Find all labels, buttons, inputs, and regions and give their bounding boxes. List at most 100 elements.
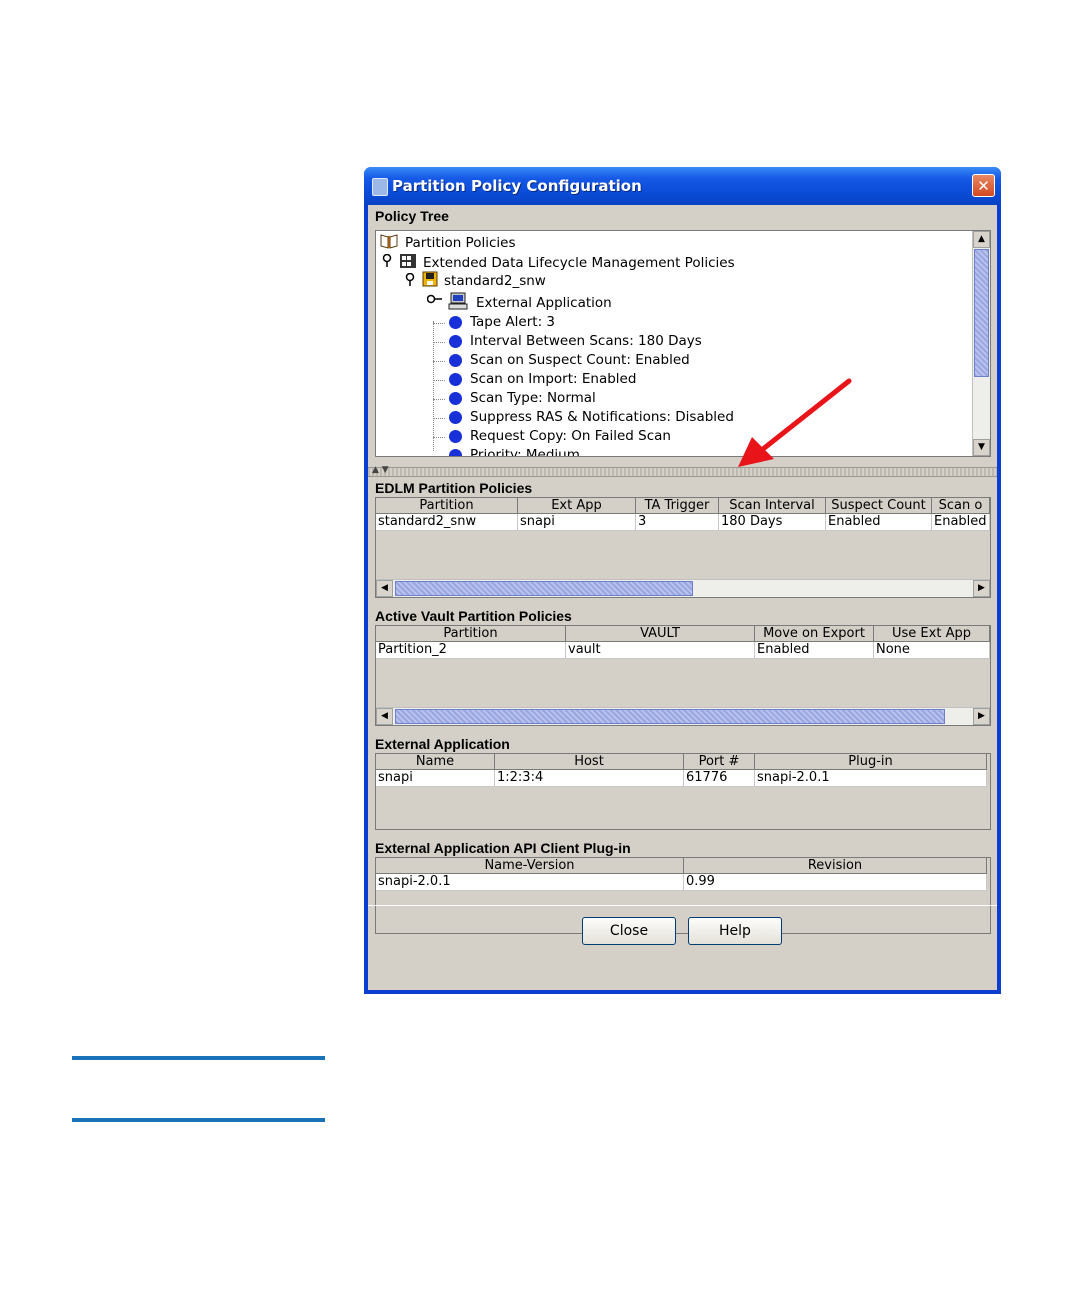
column-header[interactable]: Port #: [684, 754, 755, 770]
tree-item-standard2-snw[interactable]: standard2_snw: [422, 271, 546, 291]
tree-item-label: Scan on Suspect Count: Enabled: [470, 352, 690, 368]
table-row[interactable]: standard2_snw snapi 3 180 Days Enabled E…: [376, 514, 990, 531]
column-header[interactable]: TA Trigger: [636, 498, 719, 514]
table-cell: 1:2:3:4: [495, 770, 684, 787]
edlm-table[interactable]: Partition Ext App TA Trigger Scan Interv…: [375, 497, 991, 598]
tree-item-label: Interval Between Scans: 180 Days: [470, 333, 702, 349]
column-header[interactable]: Suspect Count: [826, 498, 932, 514]
table-cell: snapi-2.0.1: [755, 770, 987, 787]
tree-item-external-application[interactable]: External Application: [448, 292, 612, 314]
bullet-icon: [449, 448, 462, 456]
bullet-icon: [449, 334, 462, 348]
scroll-up-button[interactable]: ▲: [973, 231, 990, 248]
computer-icon: [448, 292, 470, 314]
tree-item-partition-policies[interactable]: Partition Policies: [379, 233, 516, 253]
edlm-horizontal-scrollbar[interactable]: ◀ ▶: [376, 579, 990, 597]
table-cell: snapi-2.0.1: [376, 874, 684, 891]
column-header[interactable]: Host: [495, 754, 684, 770]
table-cell: 180 Days: [719, 514, 826, 531]
column-header[interactable]: Move on Export: [755, 626, 874, 642]
table-row[interactable]: snapi-2.0.1 0.99: [376, 874, 987, 891]
scrollbar-thumb[interactable]: [974, 249, 989, 377]
tree-item-label: Suppress RAS & Notifications: Disabled: [470, 409, 734, 425]
table-cell: Enabled: [932, 514, 990, 531]
tree-item-label: Scan on Import: Enabled: [470, 371, 637, 387]
column-header[interactable]: VAULT: [566, 626, 755, 642]
active-vault-horizontal-scrollbar[interactable]: ◀ ▶: [376, 707, 990, 725]
plugin-label: External Application API Client Plug-in: [375, 840, 631, 856]
policy-tree-label: Policy Tree: [375, 208, 449, 224]
external-application-label: External Application: [375, 736, 510, 752]
tree-connector: [433, 437, 445, 438]
tree-item-suspect-count[interactable]: Scan on Suspect Count: Enabled: [449, 352, 690, 368]
split-arrows-icon[interactable]: ▲ ▼: [372, 465, 389, 475]
bullet-icon: [449, 315, 462, 329]
close-button[interactable]: Close: [582, 917, 676, 945]
column-header[interactable]: Use Ext App: [874, 626, 990, 642]
expand-key-icon[interactable]: [404, 272, 416, 290]
table-row[interactable]: snapi 1:2:3:4 61776 snapi-2.0.1: [376, 770, 987, 787]
tree-item-edlm-policies[interactable]: Extended Data Lifecycle Management Polic…: [399, 253, 735, 273]
dialog-body: Policy Tree Partition Policies Extended …: [368, 205, 997, 990]
table-cell: 0.99: [684, 874, 987, 891]
column-header[interactable]: Scan o: [932, 498, 990, 514]
expand-key-icon[interactable]: [426, 293, 443, 308]
bullet-icon: [449, 353, 462, 367]
bullet-icon: [449, 372, 462, 386]
scrollbar-thumb[interactable]: [395, 581, 693, 596]
column-header[interactable]: Revision: [684, 858, 987, 874]
scroll-right-button[interactable]: ▶: [973, 708, 990, 725]
table-cell: snapi: [518, 514, 636, 531]
scrollbar-thumb[interactable]: [395, 709, 945, 724]
help-button[interactable]: Help: [688, 917, 782, 945]
tree-item-scan-interval[interactable]: Interval Between Scans: 180 Days: [449, 333, 702, 349]
tree-connector: [433, 380, 445, 381]
window-title: Partition Policy Configuration: [392, 177, 642, 195]
table-cell: standard2_snw: [376, 514, 518, 531]
table-cell: Enabled: [755, 642, 874, 659]
column-header[interactable]: Partition: [376, 626, 566, 642]
tree-item-priority[interactable]: Priority: Medium: [449, 447, 580, 456]
tree-vertical-scrollbar[interactable]: ▲ ▼: [972, 231, 990, 456]
tree-connector: [433, 361, 445, 362]
tree-connector: [433, 321, 434, 451]
edlm-label: EDLM Partition Policies: [375, 480, 533, 496]
active-vault-table[interactable]: Partition VAULT Move on Export Use Ext A…: [375, 625, 991, 726]
tree-connector: [433, 399, 445, 400]
title-bar[interactable]: Partition Policy Configuration ✕: [364, 167, 1001, 205]
close-window-button[interactable]: ✕: [972, 174, 995, 197]
column-header[interactable]: Plug-in: [755, 754, 987, 770]
tree-item-request-copy[interactable]: Request Copy: On Failed Scan: [449, 428, 671, 444]
column-header[interactable]: Name: [376, 754, 495, 770]
active-vault-label: Active Vault Partition Policies: [375, 608, 572, 624]
bullet-icon: [449, 391, 462, 405]
table-cell: 3: [636, 514, 719, 531]
tree-item-tape-alert[interactable]: Tape Alert: 3: [449, 314, 555, 330]
policy-tree[interactable]: Partition Policies Extended Data Lifecyc…: [375, 230, 991, 457]
table-row[interactable]: Partition_2 vault Enabled None: [376, 642, 990, 659]
tree-item-label: Extended Data Lifecycle Management Polic…: [423, 255, 735, 271]
tree-item-label: Tape Alert: 3: [470, 314, 556, 330]
scroll-down-button[interactable]: ▼: [973, 439, 990, 456]
server-icon: [399, 253, 417, 273]
expand-key-icon[interactable]: [381, 253, 393, 271]
scroll-left-button[interactable]: ◀: [376, 580, 393, 597]
external-application-table[interactable]: Name Host Port # Plug-in snapi 1:2:3:4 6…: [375, 753, 991, 830]
plugin-table[interactable]: Name-Version Revision snapi-2.0.1 0.99: [375, 857, 991, 934]
table-cell: Partition_2: [376, 642, 566, 659]
scroll-right-button[interactable]: ▶: [973, 580, 990, 597]
scroll-left-button[interactable]: ◀: [376, 708, 393, 725]
table-cell: snapi: [376, 770, 495, 787]
tree-item-scan-import[interactable]: Scan on Import: Enabled: [449, 371, 636, 387]
column-header[interactable]: Partition: [376, 498, 518, 514]
column-header[interactable]: Name-Version: [376, 858, 684, 874]
tree-item-scan-type[interactable]: Scan Type: Normal: [449, 390, 596, 406]
tree-item-label: standard2_snw: [444, 273, 546, 289]
tree-item-suppress-ras[interactable]: Suppress RAS & Notifications: Disabled: [449, 409, 734, 425]
tree-item-label: Request Copy: On Failed Scan: [470, 428, 671, 444]
column-header[interactable]: Ext App: [518, 498, 636, 514]
tree-connector: [433, 323, 445, 324]
column-header[interactable]: Scan Interval: [719, 498, 826, 514]
button-bar-divider: [368, 905, 997, 906]
split-pane-divider[interactable]: ▲ ▼: [368, 465, 997, 477]
